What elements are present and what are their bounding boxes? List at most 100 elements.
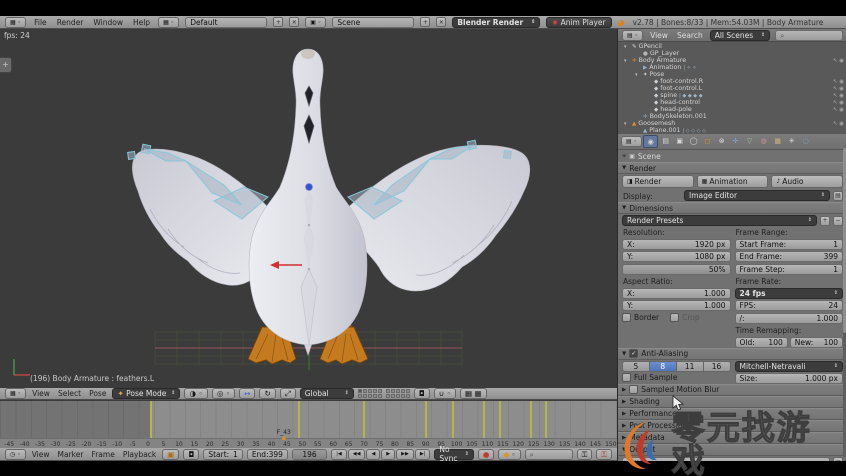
mode-select[interactable]: ✦ Pose Mode⇕: [112, 388, 180, 399]
remap-new-field[interactable]: New:100: [790, 337, 843, 348]
breadcrumb-pin-icon[interactable]: ⌖: [622, 151, 626, 161]
restrict-toggle-icons[interactable]: ↖ ◉: [833, 93, 846, 99]
render-opengl-icon[interactable]: ▦ ▦: [460, 388, 487, 399]
outliner-item-suffix-icons[interactable]: | ◆ ◆ ◆ ◆: [679, 93, 702, 99]
object-tab[interactable]: ◻: [701, 135, 714, 146]
particles-tab[interactable]: ✳: [785, 135, 798, 146]
restrict-toggle-icons[interactable]: ↖ ◉: [833, 121, 846, 127]
next-keyframe-button[interactable]: ▶▶: [396, 449, 414, 460]
delete-scene-button[interactable]: ✕: [436, 17, 446, 27]
outliner-search-input[interactable]: ⌕: [775, 30, 843, 41]
outliner[interactable]: ▤ ◦ View Search All Scenes⇕ ⌕ ▾✎GPencil …: [617, 29, 846, 134]
outliner-item[interactable]: ◆foot-control.L↖ ◉: [618, 85, 846, 92]
restrict-toggle-icons[interactable]: ↖ ◉: [833, 100, 846, 106]
outliner-item[interactable]: ●GP_Layer: [618, 50, 846, 57]
current-frame-field[interactable]: 196: [292, 449, 327, 460]
preset-remove-button[interactable]: −: [833, 216, 843, 226]
restrict-toggle-icons[interactable]: ↖ ◉: [833, 58, 846, 64]
aa-sample-5[interactable]: 5: [622, 361, 650, 372]
render-audio-button[interactable]: ♪Audio: [771, 175, 843, 188]
resolution-scale-slider[interactable]: 50%: [622, 264, 731, 275]
outliner-item[interactable]: ◆head-pole↖ ◉: [618, 106, 846, 113]
anim-player-button[interactable]: ◉Anim Player: [546, 17, 611, 28]
manipulator-rotate-toggle[interactable]: ↻: [259, 388, 275, 399]
scene-icon[interactable]: ▣ ◦: [305, 17, 326, 28]
panel-header-shading[interactable]: ▶Shading: [618, 396, 846, 408]
menu-window[interactable]: Window: [91, 18, 125, 27]
remap-old-field[interactable]: Old:100: [735, 337, 788, 348]
constraints-tab[interactable]: ⊗: [715, 135, 728, 146]
add-layout-button[interactable]: +: [273, 17, 283, 27]
delete-keyframe-icon[interactable]: ⚿: [596, 449, 612, 460]
expander-icon[interactable]: ▾: [635, 72, 641, 78]
jump-end-button[interactable]: ▶|: [415, 449, 431, 460]
properties-editor-icon[interactable]: ▤ ◦: [621, 136, 642, 147]
record-button[interactable]: ●: [478, 449, 495, 460]
outliner-item-suffix-icons[interactable]: | ✧ ✧: [683, 65, 696, 71]
pose-menu[interactable]: Pose: [87, 389, 108, 398]
timeline-frame-menu[interactable]: Frame: [89, 450, 116, 459]
aa-filter-select[interactable]: Mitchell-Netravali⇕: [735, 361, 844, 372]
sampled-motion-blur-checkbox[interactable]: [629, 385, 638, 394]
snap-magnet-icon[interactable]: ∪ ◦: [434, 388, 456, 399]
delete-layout-button[interactable]: ✕: [289, 17, 299, 27]
display-select[interactable]: Image Editor⇕: [684, 190, 830, 201]
panel-header-render[interactable]: ▼Render: [618, 162, 846, 174]
view-menu[interactable]: View: [30, 389, 52, 398]
outliner-item[interactable]: ◆foot-control.R↖ ◉: [618, 78, 846, 85]
start-frame-prop-field[interactable]: Start Frame:1: [735, 239, 844, 250]
outliner-item[interactable]: ◆head-control↖ ◉: [618, 99, 846, 106]
physics-tab[interactable]: ◌: [799, 135, 812, 146]
timeline-playback-menu[interactable]: Playback: [121, 450, 158, 459]
panel-header-output[interactable]: ▼Output: [618, 444, 846, 456]
restrict-toggle-icons[interactable]: ↖ ◉: [833, 107, 846, 113]
render-button[interactable]: ◨Render: [622, 175, 694, 188]
select-menu[interactable]: Select: [56, 389, 83, 398]
restrict-toggle-icons[interactable]: ↖ ◉: [833, 79, 846, 85]
border-checkbox[interactable]: [622, 313, 631, 322]
engine-select[interactable]: Blender Render⇕: [452, 17, 540, 28]
lock-icon[interactable]: ◘: [414, 388, 430, 399]
outliner-item-suffix-icons[interactable]: | ◇ ◇ ◇ ◇: [683, 128, 706, 134]
modifiers-tab[interactable]: ✛: [729, 135, 742, 146]
toolshelf-plus-tab[interactable]: +: [0, 57, 12, 73]
keying-set-field[interactable]: ⌕: [525, 449, 573, 460]
add-scene-button[interactable]: +: [420, 17, 430, 27]
manipulator-scale-toggle[interactable]: ⤢: [280, 388, 296, 399]
render-tab[interactable]: ◉: [643, 135, 658, 148]
aa-sample-16[interactable]: 16: [704, 361, 731, 372]
resolution-x-field[interactable]: X:1920 px: [622, 239, 731, 250]
texture-tab[interactable]: ▦: [771, 135, 784, 146]
expander-icon[interactable]: ▾: [624, 58, 630, 64]
fps-base-field[interactable]: /:1.000: [735, 313, 844, 324]
outliner-item[interactable]: ▾▲Goosemesh↖ ◉: [618, 120, 846, 127]
timeline-view-menu[interactable]: View: [30, 450, 52, 459]
preview-range-icon[interactable]: ▣: [162, 449, 179, 460]
panel-header-dimensions[interactable]: ▼Dimensions: [618, 202, 846, 214]
aa-sample-11[interactable]: 11: [677, 361, 704, 372]
menu-file[interactable]: File: [32, 18, 49, 27]
aa-sample-8[interactable]: 8: [650, 361, 677, 372]
properties-editor[interactable]: ▤ ◦ ◉▤▣◯◻⊗✛▽◍▦✳◌ ⌖ ▣ Scene ▼Render ◨Rend…: [617, 134, 846, 461]
jump-start-button[interactable]: |◀: [331, 449, 347, 460]
render-presets-select[interactable]: Render Presets⇕: [622, 215, 817, 226]
restrict-toggle-icons[interactable]: ↖ ◉: [833, 86, 846, 92]
world-tab[interactable]: ◯: [687, 135, 700, 146]
aa-size-field[interactable]: Size:1.000 px: [735, 373, 844, 384]
viewport-editor-icon[interactable]: ▦ ◦: [5, 388, 26, 399]
prev-keyframe-button[interactable]: ◀◀: [348, 449, 366, 460]
expander-icon[interactable]: ▾: [624, 44, 630, 50]
menu-help[interactable]: Help: [131, 18, 152, 27]
crop-checkbox[interactable]: [670, 313, 679, 322]
display-extra-button[interactable]: ▤: [833, 191, 843, 201]
play-button[interactable]: ▶: [381, 449, 395, 460]
outliner-item[interactable]: ▾✎GPencil: [618, 43, 846, 50]
outliner-display-select[interactable]: All Scenes⇕: [710, 30, 771, 41]
shading-select[interactable]: ◑ ◦: [184, 388, 207, 399]
outliner-item[interactable]: ◆spine| ◆ ◆ ◆ ◆↖ ◉: [618, 92, 846, 99]
manipulator-translate-toggle[interactable]: ↔: [239, 388, 255, 399]
fps-field[interactable]: FPS:24: [735, 300, 844, 311]
frame-step-field[interactable]: Frame Step:1: [735, 264, 844, 275]
panel-header-performance[interactable]: ▶Performance: [618, 408, 846, 420]
insert-keyframe-icon[interactable]: ⚿: [577, 449, 593, 460]
